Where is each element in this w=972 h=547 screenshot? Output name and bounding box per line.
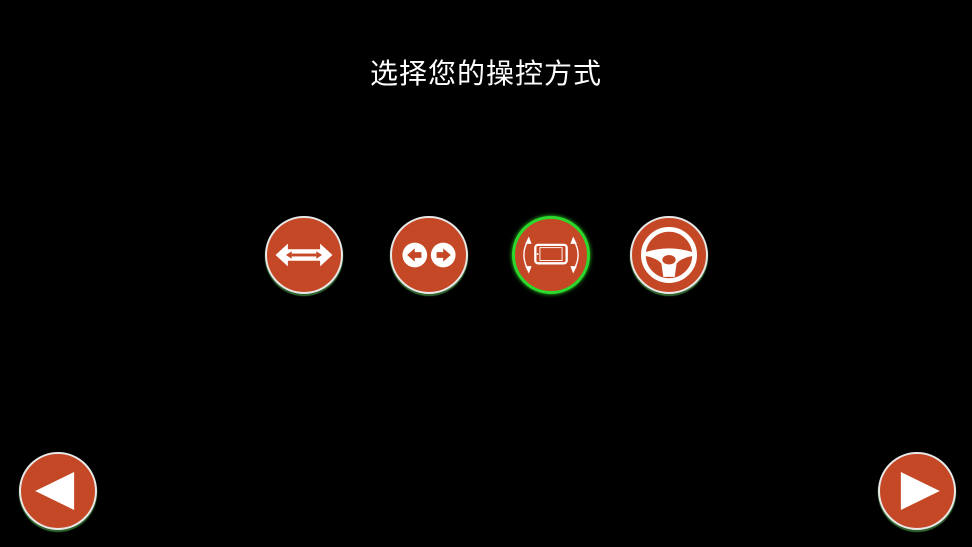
control-option-arrow-button[interactable] [265,216,343,294]
steering-wheel-icon [641,227,697,283]
control-option-steering-button[interactable] [630,216,708,294]
tilt-phone-icon [523,236,579,274]
control-option-buttons-button[interactable] [390,216,468,294]
next-button[interactable] [878,452,956,530]
left-triangle-icon [35,472,75,510]
left-right-buttons-icon [402,242,456,268]
right-triangle-icon [900,472,940,510]
page-title: 选择您的操控方式 [369,57,602,90]
two-way-arrow-icon [275,243,333,267]
control-option-tilt-button[interactable] [512,216,590,294]
previous-button[interactable] [19,452,97,530]
